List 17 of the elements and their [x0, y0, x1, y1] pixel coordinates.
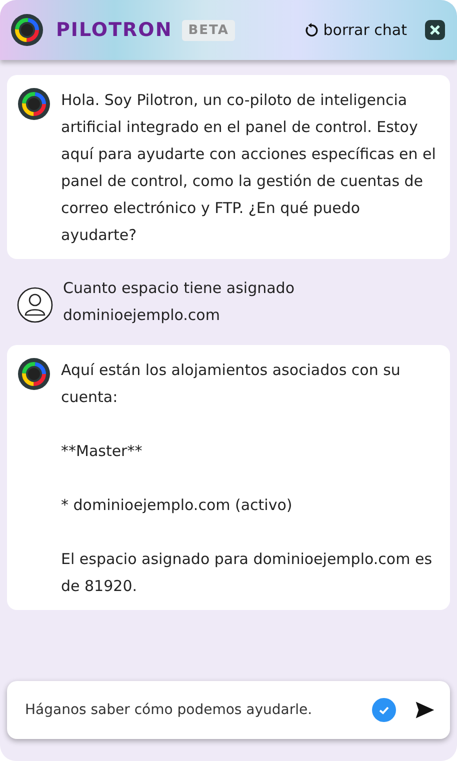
bot-avatar-icon [17, 87, 51, 121]
user-icon [17, 287, 53, 323]
beta-badge: BETA [182, 20, 235, 40]
message-text: El espacio asignado para dominioejemplo.com es de 81920. [61, 549, 434, 597]
check-icon [372, 698, 396, 722]
send-icon[interactable] [414, 699, 436, 721]
refresh-icon [304, 22, 320, 38]
message-text: Hola. Soy Pilotron, un co-piloto de inteligencia artificial integrado en el panel de control. Estoy aquí para ayudarte con acciones específicas en el panel de control, como la gestión de cuentas de correo electrónico y FTP. ¿En qué puedo ayudarte? [61, 90, 437, 246]
message-text: **Master** [61, 441, 144, 462]
close-icon[interactable] [425, 20, 445, 40]
logo-icon [10, 13, 44, 47]
bot-avatar-icon [17, 357, 51, 391]
message-text: * dominioejemplo.com (activo) [61, 495, 294, 516]
app-title: PILOTRON [56, 19, 172, 41]
clear-chat-button[interactable]: borrar chat [304, 21, 407, 39]
message-text: Aquí están los alojamientos asociados con su cuenta: [61, 360, 402, 408]
message-text: Cuanto espacio tiene asignado dominioejemplo.com [63, 278, 296, 326]
